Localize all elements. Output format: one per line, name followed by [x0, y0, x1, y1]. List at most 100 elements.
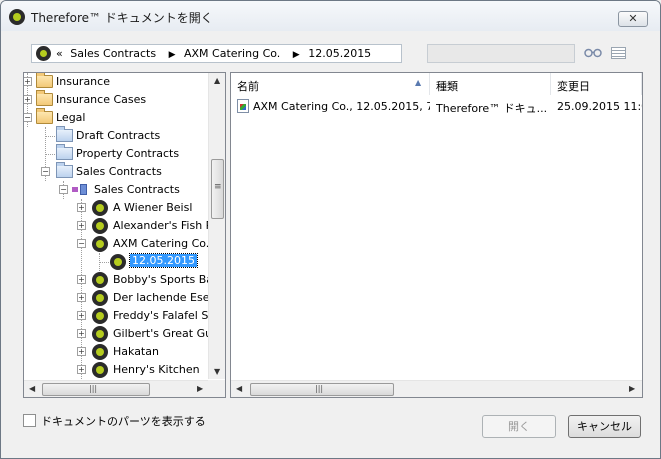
column-header-label: 変更日 — [557, 80, 590, 93]
column-header-type[interactable]: 種類 — [430, 73, 551, 95]
expand-plus-icon[interactable]: + — [24, 95, 32, 104]
window-title: Therefore™ ドキュメントを開く — [31, 11, 213, 25]
tree-item-label: Henry's Kitchen — [113, 363, 200, 376]
case-definition-icon — [72, 184, 88, 196]
crumb-separator-icon[interactable]: ▶ — [293, 50, 300, 60]
table-row[interactable]: AXM Catering Co., 12.05.2015, 7... There… — [231, 97, 642, 115]
scroll-thumb[interactable]: ||| — [42, 383, 150, 396]
document-icon — [237, 99, 249, 113]
therefore-logo-icon — [9, 9, 25, 25]
folder-icon — [36, 73, 53, 88]
tree-item-label: Insurance — [56, 75, 110, 88]
column-header-label: 種類 — [436, 80, 458, 93]
tree-item-label: Sales Contracts — [76, 165, 162, 178]
back-chevron[interactable]: « — [56, 47, 63, 60]
expand-plus-icon[interactable]: + — [77, 311, 86, 320]
tree-item-label: Alexander's Fish R — [113, 219, 208, 232]
therefore-nav-icon — [36, 46, 51, 61]
view-list-icon[interactable] — [611, 47, 626, 59]
therefore-case-icon — [92, 362, 108, 378]
therefore-case-icon — [92, 308, 108, 324]
collapse-minus-icon[interactable]: − — [77, 239, 86, 248]
column-header-label: 名前 — [237, 80, 259, 93]
crumb-axm-catering[interactable]: AXM Catering Co. — [184, 47, 280, 60]
expand-plus-icon[interactable]: + — [77, 365, 86, 374]
list-horizontal-scrollbar[interactable]: ◀ ||| ▶ — [231, 380, 642, 397]
show-parts-checkbox[interactable] — [23, 414, 36, 427]
crumb-date[interactable]: 12.05.2015 — [308, 47, 371, 60]
category-folder-icon — [56, 162, 73, 178]
sort-ascending-icon: ▲ — [415, 78, 422, 87]
search-input[interactable] — [427, 44, 575, 63]
therefore-case-icon — [92, 218, 108, 234]
tree-item-label: Sales Contracts — [94, 183, 180, 196]
scroll-grip-icon: ≡ — [214, 182, 222, 192]
collapse-minus-icon[interactable]: − — [24, 113, 32, 122]
tree-item-label: Hakatan — [113, 345, 159, 358]
expand-plus-icon[interactable]: + — [77, 275, 86, 284]
title-bar: Therefore™ ドキュメントを開く ✕ — [1, 1, 660, 31]
category-folder-icon — [56, 126, 73, 142]
category-folder-icon — [56, 144, 73, 160]
scroll-grip-icon: ||| — [315, 384, 324, 393]
column-header-name[interactable]: 名前 ▲ — [231, 73, 430, 95]
expand-plus-icon[interactable]: + — [77, 329, 86, 338]
scroll-grip-icon: ||| — [89, 384, 98, 393]
show-parts-label: ドキュメントのパーツを表示する — [41, 415, 206, 428]
expand-plus-icon[interactable]: + — [77, 293, 86, 302]
scroll-left-arrow-icon[interactable]: ◀ — [236, 384, 242, 393]
tree-item-label: Der lachende Esel — [113, 291, 208, 304]
expand-plus-icon[interactable]: + — [24, 77, 32, 86]
therefore-case-icon — [110, 254, 126, 270]
therefore-case-icon — [92, 236, 108, 252]
tree-item-label: A Wiener Beisl — [113, 201, 193, 214]
tree-connector — [45, 136, 55, 137]
tree-item-label: Freddy's Falafel Sh — [113, 309, 208, 322]
crumb-sales-contracts[interactable]: Sales Contracts — [70, 47, 156, 60]
scroll-corner — [208, 380, 225, 397]
glasses-icon[interactable] — [584, 45, 602, 61]
open-button[interactable]: 開く — [482, 415, 556, 438]
expand-plus-icon[interactable]: + — [77, 203, 86, 212]
therefore-case-icon — [92, 344, 108, 360]
collapse-minus-icon[interactable]: − — [41, 167, 50, 176]
collapse-minus-icon[interactable]: − — [59, 185, 68, 194]
scroll-right-arrow-icon[interactable]: ▶ — [197, 384, 203, 393]
tree-connector — [99, 262, 109, 263]
cancel-button[interactable]: キャンセル — [568, 415, 641, 438]
cell-type: Therefore™ ドキュ... — [436, 102, 548, 115]
tree-vertical-scrollbar[interactable]: ▲ ≡ ▼ — [208, 73, 225, 379]
tree-item-label: Draft Contracts — [76, 129, 161, 142]
scroll-right-arrow-icon[interactable]: ▶ — [629, 384, 635, 393]
address-bar[interactable]: « Sales Contracts ▶ AXM Catering Co. ▶ 1… — [31, 44, 402, 63]
column-header-modified[interactable]: 変更日 — [551, 73, 642, 95]
cell-modified: 25.09.2015 11:01 — [557, 100, 642, 113]
tree-item-label: Bobby's Sports Ba — [113, 273, 208, 286]
tree-item-label: Legal — [56, 111, 86, 124]
crumb-separator-icon[interactable]: ▶ — [169, 50, 176, 60]
folder-icon — [36, 108, 53, 124]
therefore-case-icon — [92, 272, 108, 288]
cell-name: AXM Catering Co., 12.05.2015, 7... — [253, 100, 430, 113]
therefore-case-icon — [92, 326, 108, 342]
scroll-down-arrow-icon[interactable]: ▼ — [214, 367, 220, 376]
folder-tree[interactable]: + Insurance + Insurance Cases − Legal Dr… — [23, 72, 226, 398]
folder-icon — [36, 90, 53, 106]
therefore-case-icon — [92, 200, 108, 216]
expand-plus-icon[interactable]: + — [77, 221, 86, 230]
therefore-case-icon — [92, 290, 108, 306]
scroll-up-arrow-icon[interactable]: ▲ — [214, 76, 220, 85]
breadcrumb: « Sales Contracts ▶ AXM Catering Co. ▶ 1… — [56, 47, 375, 60]
scroll-thumb[interactable]: ||| — [250, 383, 394, 396]
tree-item-label-selected: 12.05.2015 — [129, 253, 198, 268]
tree-item-label: Property Contracts — [76, 147, 180, 160]
scroll-left-arrow-icon[interactable]: ◀ — [29, 384, 35, 393]
tree-connector — [45, 154, 55, 155]
tree-horizontal-scrollbar[interactable]: ◀ ||| ▶ — [24, 380, 225, 397]
document-list[interactable]: 名前 ▲ 種類 変更日 AXM Catering Co., 12.05.2015… — [230, 72, 643, 398]
scroll-thumb[interactable]: ≡ — [211, 159, 224, 219]
close-button[interactable]: ✕ — [618, 11, 648, 27]
expand-plus-icon[interactable]: + — [77, 347, 86, 356]
tree-item-label: AXM Catering Co. — [113, 237, 208, 250]
tree-item-label: Insurance Cases — [56, 93, 147, 106]
